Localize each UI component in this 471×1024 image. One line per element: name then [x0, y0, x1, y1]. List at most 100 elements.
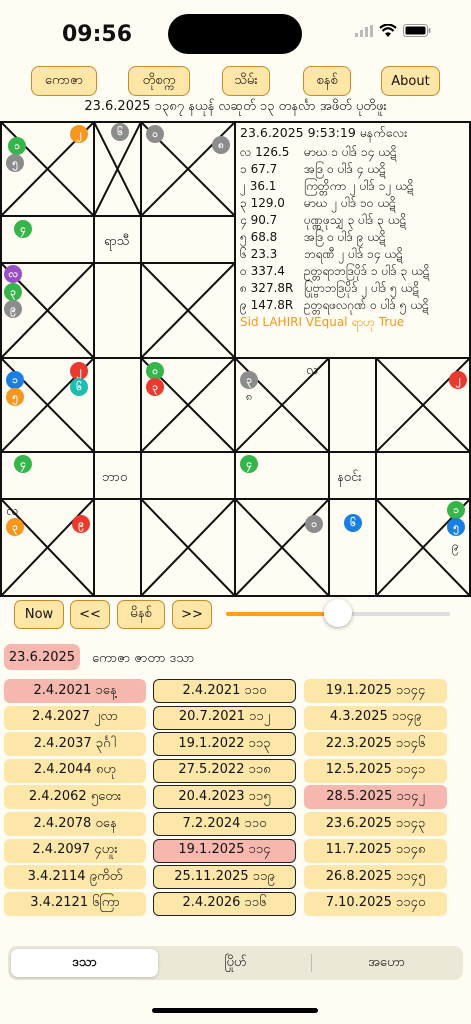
planet-dot: ၅: [447, 518, 465, 536]
planet-nakshatra: ကြတ္တိကာ ၂ ပါဒ် ၁၂ ယဋိ: [304, 179, 414, 193]
planet-longitude: လ 126.5: [240, 145, 290, 159]
tab-planets[interactable]: ပြိုဟ်: [162, 949, 309, 977]
planet-dot: ၁: [447, 501, 465, 519]
planet-nakshatra: မာဃ ၁ ပါဒ် ၁၄ ယဋိ: [304, 145, 397, 159]
planet-dot: ၁: [8, 137, 26, 155]
time-slider[interactable]: [226, 599, 450, 627]
dasa-cell[interactable]: 25.11.2025 ၁၁၉: [153, 865, 296, 890]
dasa-cell[interactable]: 23.6.2025 ၁၁၄၃: [304, 812, 447, 836]
dasa-cell[interactable]: 27.5.2022 ၁၁၈: [153, 758, 296, 783]
minute-button[interactable]: မိနစ်: [117, 600, 165, 629]
planet-dot: ၃: [146, 378, 164, 396]
slider-thumb[interactable]: [324, 599, 352, 627]
planet-longitude: ၄ 90.7: [240, 213, 278, 227]
planet-dot: ၀: [305, 515, 323, 533]
planet-row: ၉ 147.8R ဥတ္တရဖလဂုဏ် ၀ ပါဒ် ၅ ယဋိ: [240, 297, 470, 314]
dasa-cell[interactable]: 2.4.2062 ၅တေး: [4, 785, 146, 810]
dasa-cell[interactable]: 28.5.2025 ၁၁၄၂: [304, 785, 447, 810]
dasa-cell[interactable]: 19.1.2025 ၁၁၄: [153, 838, 296, 863]
dasa-cell[interactable]: 2.4.2037 ၃င်္ဂါ: [4, 732, 146, 757]
dasa-cell[interactable]: 2.4.2078 ၀နေ: [4, 812, 146, 836]
planet-dot: ၆: [111, 123, 129, 141]
status-bar: 09:56: [0, 0, 471, 64]
planet-row: ၁ 67.7 အဒြ ၀ ပါဒ် ၄ ယဋိ: [240, 161, 470, 178]
dasa-cell[interactable]: 2.4.2021 ၁၁၀: [153, 679, 296, 703]
dasa-cell[interactable]: 4.3.2025 ၁၁၄၉: [304, 705, 447, 730]
prev-button[interactable]: <<: [70, 600, 110, 629]
dasa-cell[interactable]: 22.3.2025 ၁၁၄၆: [304, 732, 447, 757]
planet-dot: ၀: [146, 125, 164, 143]
planet-dot: ၆: [70, 378, 88, 396]
planet-dot: ၉: [72, 515, 90, 533]
planet-nakshatra: ဥတ္တရဖလဂုဏ် ၀ ပါဒ် ၅ ယဋိ: [304, 298, 429, 312]
planet-row: ၀ 337.4 ဥတ္တရာဘဒြပိုဒ် ၁ ပါဒ် ၃ ယဋိ: [240, 263, 470, 280]
moon-text: လ: [306, 363, 319, 378]
planet-nakshatra: ပြုဗ္ဗာဘဒြပိုဒ် ၂ ပါဒ် ၅ ယဋိ: [304, 281, 419, 295]
status-time: 09:56: [62, 22, 133, 47]
planet-dot: ၂: [70, 125, 88, 143]
dasa-cell[interactable]: 7.10.2025 ၁၁၄၀: [304, 891, 447, 916]
chart-type-button[interactable]: တိုစက္က: [128, 66, 190, 96]
system-button[interactable]: စနစ်: [303, 66, 351, 96]
info-header: 23.6.2025 9:53:19 မနက်လေး: [240, 125, 408, 140]
planet-dot: ၉: [4, 300, 22, 318]
home-indicator: [152, 1008, 318, 1013]
planet-dot: ၈: [212, 136, 230, 154]
planet-longitude: ၂ 36.1: [240, 179, 277, 193]
rasi-label: ရာသီ: [104, 234, 130, 249]
planet-dot: ၆: [344, 514, 362, 532]
planet-dot: ၃: [240, 371, 258, 389]
dasa-cell[interactable]: 20.7.2021 ၁၁၂: [153, 705, 296, 730]
dasa-cell[interactable]: 26.8.2025 ၁၁၄၅: [304, 865, 447, 890]
planet-longitude: ၉ 147.8R: [240, 298, 294, 312]
planet-row: ၆ 23.3 ဘရဏီ ၂ ပါဒ် ၁၄ ယဋိ: [240, 246, 470, 263]
about-button[interactable]: About: [381, 66, 440, 96]
planet-row: ၃ 129.0 မာဃ ၂ ပါဒ် ၁၀ ယဋိ: [240, 195, 470, 212]
save-button[interactable]: သိမ်း: [222, 66, 270, 96]
planet-dot: ၃: [6, 518, 24, 536]
planet-dot: ၃: [4, 283, 22, 301]
planet-row: လ 126.5 မာဃ ၁ ပါဒ် ၁၄ ယဋိ: [240, 144, 470, 161]
planet-subscript: ၉: [452, 539, 459, 553]
tab-divider: [311, 954, 312, 972]
dasa-cell[interactable]: 3.4.2114 ၉ကိတ်: [4, 865, 146, 890]
horoscope-button[interactable]: ကောဇာ: [31, 66, 97, 96]
planet-dot: လ: [4, 265, 22, 283]
navamsa-label: နဝင်း: [337, 470, 362, 485]
planet-dot: ၄: [14, 455, 32, 473]
signal-icon: [355, 24, 373, 37]
planet-nakshatra: အဒြ ၀ ပါဒ် ၄ ယဋိ: [304, 162, 386, 176]
planet-dot: ၁: [6, 371, 24, 389]
dasa-cell[interactable]: 11.7.2025 ၁၁၄၈: [304, 838, 447, 863]
dasa-cell[interactable]: 2.4.2044 ၈ဟု: [4, 758, 146, 783]
dasa-cell[interactable]: 7.2.2024 ၁၁၀: [153, 812, 296, 836]
planet-dot: ၅: [6, 388, 24, 406]
planet-longitude: ၃ 129.0: [240, 196, 285, 210]
dasa-cell[interactable]: 3.4.2121 ၆ကြာ: [4, 891, 146, 916]
planet-dot: ၂: [449, 371, 467, 389]
slider-fill: [226, 612, 338, 616]
info-footer: Sid LAHIRI VEqual ရာဟု True: [240, 315, 405, 329]
planet-row: ၂ 36.1 ကြတ္တိကာ ၂ ပါဒ် ၁၂ ယဋိ: [240, 178, 470, 195]
dasa-cell[interactable]: 19.1.2025 ၁၁၄၄: [304, 679, 447, 703]
dasa-cell[interactable]: 2.4.2021 ၁နေ့: [4, 679, 146, 703]
dasa-cell[interactable]: 2.4.2027 ၂လာ: [4, 705, 146, 730]
dasa-cell[interactable]: 12.5.2025 ၁၁၄၁: [304, 758, 447, 783]
next-button[interactable]: >>: [172, 600, 212, 629]
bhava-label: ဘာဝ: [102, 470, 128, 485]
planet-longitude: ၅ 68.8: [240, 230, 278, 244]
dasa-date-chip[interactable]: 23.6.2025: [4, 644, 80, 670]
dasa-cell[interactable]: 20.4.2023 ၁၁၅: [153, 785, 296, 810]
planet-info: 23.6.2025 9:53:19 မနက်လေး လ 126.5 မာဃ ၁ ပ…: [240, 125, 470, 332]
dasa-cell[interactable]: 2.4.2097 ၄ဟူး: [4, 838, 146, 863]
planet-nakshatra: ပုဏ္ဏဖုသျှ ၃ ပါဒ် ၃ ယဋိ: [304, 213, 406, 227]
tab-dasa[interactable]: ဒသာ: [11, 949, 158, 977]
date-line: 23.6.2025 ၁၃၈၇ နယုန် လဆုတ် ၁၃ တနင်္လာ အဖ…: [84, 99, 387, 114]
planet-nakshatra: အဒြ ၀ ပါဒ် ၉ ယဋိ: [304, 230, 386, 244]
dasa-cell[interactable]: 2.4.2026 ၁၁၆: [153, 891, 296, 916]
planet-longitude: ၁ 67.7: [240, 162, 278, 176]
tab-prediction[interactable]: အဟော: [313, 949, 460, 977]
dasa-cell[interactable]: 19.1.2022 ၁၁၃: [153, 732, 296, 757]
dynamic-island: [168, 14, 302, 54]
now-button[interactable]: Now: [14, 600, 64, 629]
